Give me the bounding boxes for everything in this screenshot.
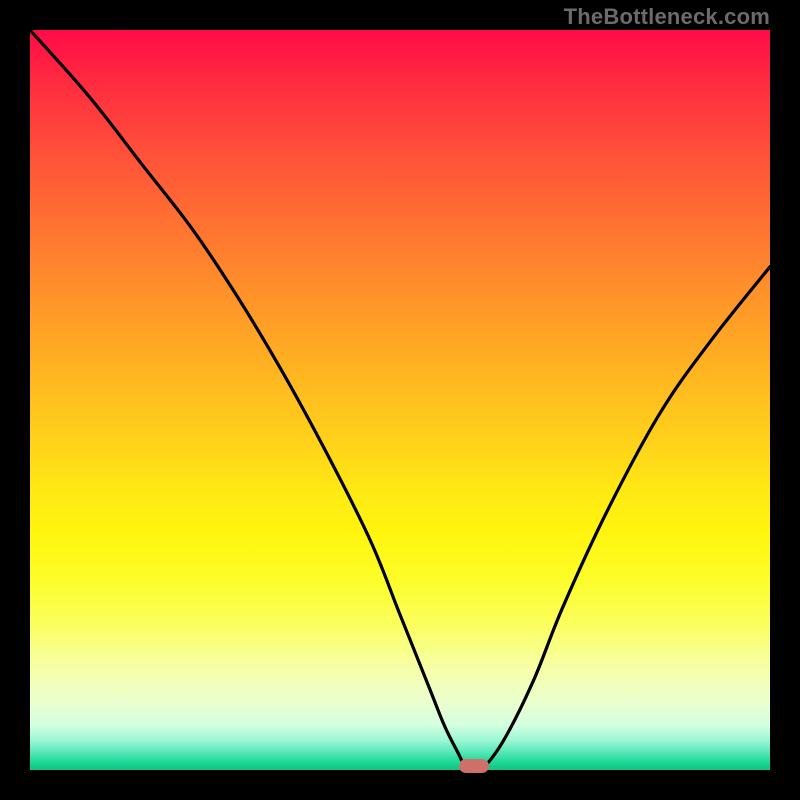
chart-frame: TheBottleneck.com bbox=[0, 0, 800, 800]
watermark-text: TheBottleneck.com bbox=[564, 4, 770, 30]
minimum-marker bbox=[459, 759, 489, 773]
bottleneck-curve bbox=[30, 30, 770, 770]
curve-svg bbox=[30, 30, 770, 770]
plot-area bbox=[30, 30, 770, 770]
